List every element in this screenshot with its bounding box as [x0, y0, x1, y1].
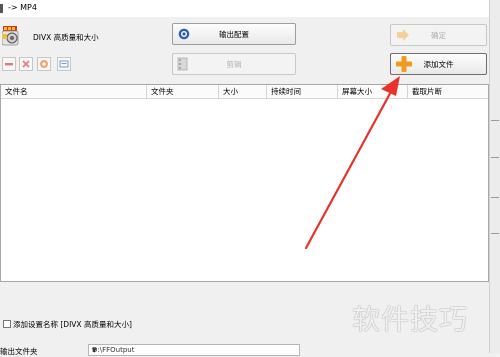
column-size[interactable]: 大小 [219, 85, 267, 98]
save-settings-checkbox[interactable] [3, 320, 11, 328]
side-divider [491, 157, 499, 158]
output-folder-select[interactable]: D:\FFOutput ▼ [88, 344, 300, 356]
side-divider [491, 233, 499, 234]
side-divider [491, 120, 499, 121]
add-file-button[interactable]: 添加文件 [390, 53, 487, 75]
save-settings-label: 添加设置名称 [DIVX 高质量和大小] [13, 320, 132, 329]
edit-button[interactable]: 剪辑 [172, 53, 296, 75]
add-file-label: 添加文件 [423, 59, 454, 69]
column-folder[interactable]: 文件夹 [147, 85, 219, 98]
ok-button[interactable]: 确定 [390, 24, 487, 46]
play-icon[interactable] [37, 57, 51, 71]
output-config-label: 输出配置 [219, 29, 249, 39]
remove-icon[interactable] [2, 57, 16, 71]
background-window-edge [489, 0, 500, 353]
format-label: DIVX 高质量和大小 [33, 33, 99, 42]
window-title: -> MP4 [8, 3, 37, 12]
output-folder-label: 输出文件夹 [0, 347, 38, 356]
app-icon [0, 4, 3, 13]
clear-icon[interactable] [19, 57, 33, 71]
table-header: 文件名 文件夹 大小 持续时间 屏幕大小 截取片断 [1, 85, 488, 99]
title-bar: -> MP4 [0, 0, 500, 17]
mp4-format-icon [1, 26, 20, 46]
column-filename[interactable]: 文件名 [1, 85, 147, 98]
info-icon[interactable] [57, 57, 71, 71]
column-clip[interactable]: 截取片断 [408, 85, 488, 98]
ok-label: 确定 [431, 30, 446, 40]
side-divider [491, 197, 499, 198]
edit-label: 剪辑 [226, 59, 242, 69]
watermark: 软件技巧 [352, 303, 469, 336]
file-table[interactable]: 文件名 文件夹 大小 持续时间 屏幕大小 截取片断 [0, 84, 489, 282]
output-config-button[interactable]: 输出配置 [172, 23, 296, 45]
column-screen-size[interactable]: 屏幕大小 [338, 85, 408, 98]
column-duration[interactable]: 持续时间 [267, 85, 338, 98]
